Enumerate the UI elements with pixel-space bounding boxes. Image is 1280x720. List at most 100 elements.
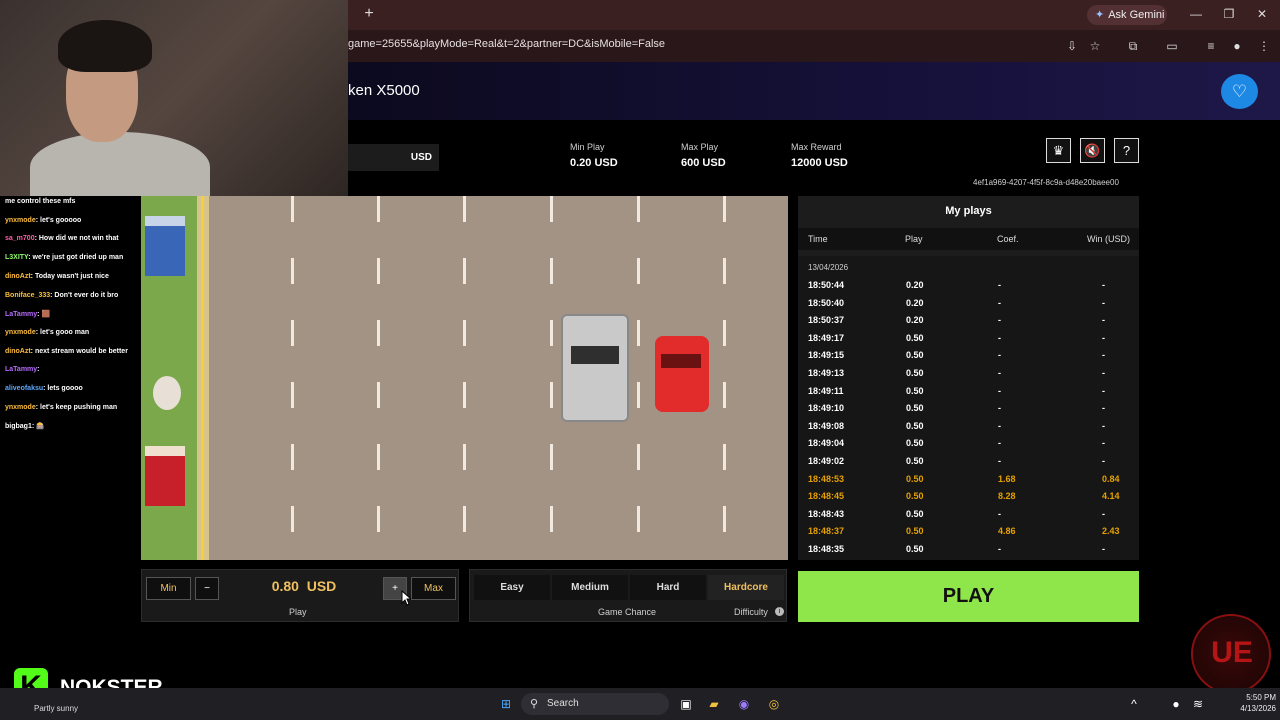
chat-username[interactable]: LaTammy (5, 366, 37, 373)
chat-text: : next stream would be better (30, 347, 128, 355)
max-reward-label: Max Reward (791, 142, 842, 152)
play-win: - (1102, 297, 1105, 308)
chat-username[interactable]: ynxmode (5, 329, 36, 336)
split-view-icon[interactable]: ▭ (1165, 39, 1179, 53)
chat-text: : Don't ever do it bro (50, 291, 119, 299)
chrome-icon[interactable]: ◎ (766, 696, 782, 712)
app-icon[interactable]: ◉ (736, 696, 752, 712)
play-play: 0.50 (906, 420, 924, 431)
menu-icon[interactable]: ⋮ (1257, 39, 1271, 53)
difficulty-hardcore[interactable]: Hardcore (708, 575, 784, 600)
chat-message: bigbag1: 🎰 (5, 422, 45, 430)
chat-username[interactable]: Boniface_333 (5, 292, 50, 299)
profile-icon[interactable]: ● (1230, 39, 1244, 53)
chat-username[interactable]: sa_m700 (5, 235, 35, 242)
min-bet-button[interactable]: Min (146, 577, 191, 600)
media-icon[interactable]: ≡ (1204, 39, 1218, 53)
play-coef: - (998, 456, 1001, 466)
game-canvas[interactable] (141, 196, 788, 560)
play-time: 18:49:08 (808, 420, 845, 431)
difficulty-medium[interactable]: Medium (552, 575, 628, 600)
col-win: Win (USD) (1087, 234, 1130, 244)
play-row: 18:48:53 0.50 1.68 0.84 (798, 470, 1139, 487)
extensions-icon[interactable]: ⧉ (1126, 39, 1140, 53)
minimize-icon[interactable]: — (1189, 7, 1203, 21)
chat-username[interactable]: dinoAzt (5, 348, 31, 355)
play-play: 0.50 (906, 456, 924, 466)
chat-username[interactable]: LaTammy (5, 311, 37, 318)
chat-username[interactable]: L3XITY (5, 254, 28, 261)
min-play-value: 0.20 USD (570, 157, 618, 169)
play-coef: - (998, 315, 1001, 326)
play-play: 0.50 (906, 350, 924, 361)
stake-field[interactable]: USD (348, 144, 439, 171)
ask-gemini-button[interactable]: ✦ Ask Gemini (1087, 5, 1167, 25)
play-win: - (1102, 544, 1105, 554)
play-coef: 8.28 (998, 491, 1016, 502)
sound-toggle-icon[interactable]: 🔇 (1080, 138, 1105, 163)
play-time: 18:50:37 (808, 315, 845, 326)
difficulty-controls: Easy Medium Hard Hardcore Game Chance Di… (469, 569, 787, 622)
play-coef: 4.86 (998, 526, 1016, 537)
streamer-body (30, 132, 210, 196)
chat-message: LaTammy: 🟫 (5, 310, 50, 318)
game-title: ken X5000 (348, 82, 420, 99)
plays-date: 13/04/2026 (808, 263, 849, 272)
play-play: 0.20 (906, 315, 924, 326)
tray-chevron-icon[interactable]: ^ (1126, 696, 1142, 712)
col-coef: Coef. (997, 234, 1019, 244)
help-button[interactable]: ? (1114, 138, 1139, 163)
install-app-icon[interactable]: ⇩ (1065, 39, 1079, 53)
max-bet-button[interactable]: Max (411, 577, 456, 600)
play-button[interactable]: PLAY (798, 571, 1139, 622)
chat-username[interactable]: bigbag1 (5, 423, 32, 430)
wifi-icon[interactable]: ≋ (1190, 696, 1206, 712)
start-icon[interactable]: ⊞ (498, 696, 514, 712)
play-row: 18:48:35 0.50 - - (798, 540, 1139, 557)
decrease-bet-button[interactable]: − (195, 577, 219, 600)
difficulty-hard[interactable]: Hard (630, 575, 706, 600)
weather-widget[interactable]: Partly sunny (34, 704, 78, 713)
max-play-value: 600 USD (681, 157, 726, 169)
difficulty-easy[interactable]: Easy (474, 575, 550, 600)
restore-icon[interactable]: ❐ (1222, 7, 1236, 21)
play-row: 18:48:45 0.50 8.28 4.14 (798, 487, 1139, 504)
red-car (655, 336, 709, 412)
chat-username[interactable]: ynxmode (5, 404, 36, 411)
play-row: 18:49:10 0.50 - - (798, 399, 1139, 416)
bookmark-star-icon[interactable]: ☆ (1088, 39, 1102, 53)
play-win: - (1102, 420, 1105, 431)
ask-gemini-label: Ask Gemini (1108, 9, 1165, 21)
play-time: 18:48:35 (808, 544, 845, 554)
new-tab-icon[interactable]: + (362, 6, 376, 22)
play-win: - (1102, 385, 1105, 396)
play-play: 0.50 (906, 332, 924, 343)
my-plays-panel: My plays Time Play Coef. Win (USD) 13/04… (798, 196, 1139, 560)
file-explorer-icon[interactable]: ▰ (706, 696, 722, 712)
play-play: 0.20 (906, 297, 924, 308)
chat-username[interactable]: dinoAzt (5, 273, 31, 280)
info-icon[interactable]: i (775, 607, 784, 616)
play-play: 0.50 (906, 508, 924, 519)
chat-username[interactable]: aliveofaksu (5, 385, 43, 392)
close-icon[interactable]: ✕ (1255, 7, 1269, 21)
mic-icon[interactable]: ● (1168, 696, 1184, 712)
chat-text: me control these mfs (5, 198, 76, 205)
taskbar-search[interactable]: ⚲ Search (521, 693, 669, 715)
bet-amount-currency: USD (306, 578, 337, 594)
difficulty-caption: Difficulty (734, 607, 768, 617)
favorite-heart-icon[interactable]: ♡ (1221, 74, 1258, 109)
chat-username[interactable]: ynxmode (5, 217, 36, 224)
chat-text: : we're just got dried up man (28, 254, 124, 262)
taskbar-clock[interactable]: 5:50 PM 4/13/2026 (1220, 692, 1276, 714)
url-field[interactable]: game=25655&playMode=Real&t=2&partner=DC&… (348, 38, 665, 50)
trophy-icon[interactable]: ♛ (1046, 138, 1071, 163)
task-view-icon[interactable]: ▣ (678, 696, 694, 712)
play-play: 0.50 (906, 526, 924, 537)
play-time: 18:48:43 (808, 508, 845, 519)
chicken-player (153, 376, 181, 410)
play-play: 0.50 (906, 368, 924, 378)
bet-amount[interactable]: 0.80 USD (259, 578, 349, 594)
chat-message: me control these mfs (5, 198, 75, 205)
play-time: 18:48:53 (808, 473, 845, 484)
